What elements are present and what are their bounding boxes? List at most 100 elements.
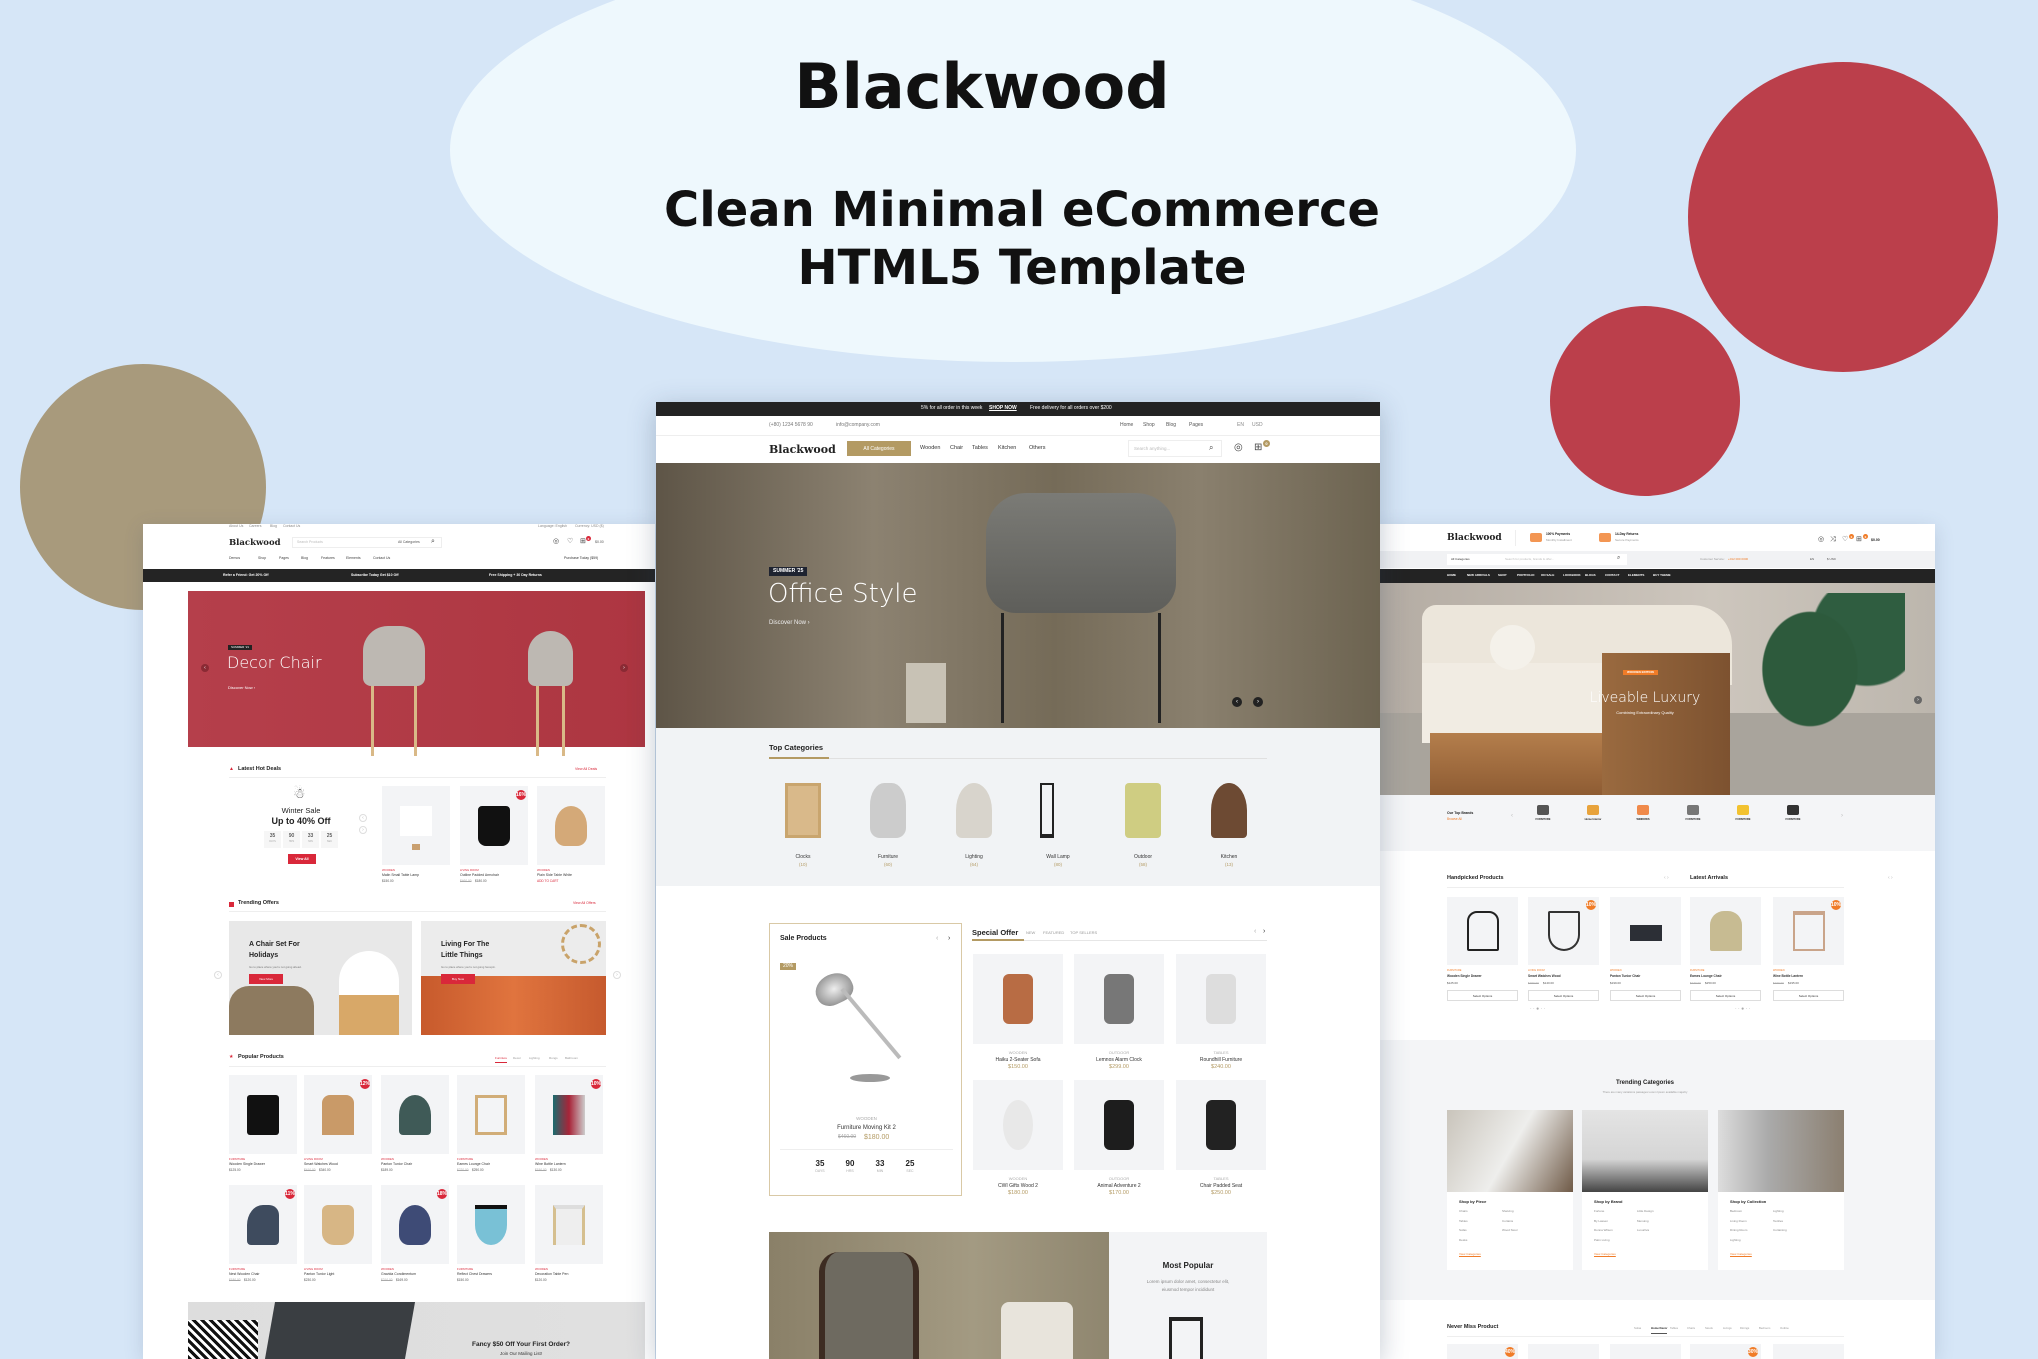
- latest-arrows[interactable]: ‹ ›: [1888, 876, 1893, 881]
- category-link[interactable]: Wood Stool: [1502, 1229, 1517, 1232]
- all-categories-button[interactable]: All Categories: [847, 441, 911, 456]
- offers-next-arrow[interactable]: ›: [613, 971, 621, 979]
- promo-shop-now-link[interactable]: SHOP NOW: [989, 406, 1017, 411]
- category-link[interactable]: Donna Wilson: [1594, 1229, 1613, 1232]
- logo[interactable]: Blackwood: [1447, 534, 1502, 543]
- brand-logo-icon[interactable]: [1637, 805, 1649, 815]
- view-all-offers-link[interactable]: View All Offers: [573, 901, 596, 906]
- popular-tab-rungs[interactable]: Rungs: [549, 1057, 558, 1060]
- product-name[interactable]: Outline Padded Armchair: [460, 873, 499, 878]
- top-link[interactable]: Contact Us: [283, 524, 300, 529]
- category-link[interactable]: Sofas: [1459, 1229, 1467, 1232]
- category-link[interactable]: Chairs: [1459, 1210, 1468, 1213]
- search-icon[interactable]: ⌕: [1617, 555, 1620, 561]
- product-card[interactable]: 10%: [1773, 897, 1844, 965]
- offer-banner-0[interactable]: A Chair Set For Holidays Go to place where…: [229, 921, 412, 1035]
- brand-logo-icon[interactable]: [1587, 805, 1599, 815]
- category-card-image[interactable]: [1718, 1110, 1844, 1192]
- popular-tab-furniture[interactable]: Furniture: [495, 1057, 508, 1063]
- category-card-image[interactable]: [1582, 1110, 1708, 1192]
- top-link[interactable]: About Us: [229, 524, 243, 529]
- product-name[interactable]: Smart Watches Wood: [1528, 974, 1561, 978]
- top-link[interactable]: Blog: [270, 524, 277, 529]
- hero-discover-link[interactable]: Discover Now ›: [228, 686, 255, 690]
- deals-next-arrow[interactable]: ›: [359, 826, 367, 834]
- special-prev-arrow[interactable]: ‹: [1254, 928, 1256, 935]
- menu-home[interactable]: HOME: [1447, 574, 1456, 577]
- product-card[interactable]: 16%: [460, 786, 528, 865]
- product-name[interactable]: Panton Tunior Light: [304, 1272, 334, 1277]
- product-name[interactable]: Malin Small Table Lamp: [382, 873, 419, 878]
- special-product-card[interactable]: [1176, 954, 1266, 1044]
- category-name[interactable]: Kitchen: [1204, 855, 1254, 860]
- brands-next-arrow[interactable]: ›: [1841, 813, 1843, 819]
- language-select[interactable]: Language: English: [538, 524, 567, 529]
- language-select[interactable]: EN: [1237, 423, 1244, 428]
- product-name[interactable]: Reflect Chest Drawers: [457, 1272, 492, 1277]
- top-nav-pages[interactable]: Pages: [1189, 423, 1203, 428]
- brand-logo-icon[interactable]: [1737, 805, 1749, 815]
- wishlist-icon[interactable]: ♡: [1842, 536, 1848, 543]
- never-miss-tab[interactable]: Dinings: [1740, 1327, 1749, 1330]
- category-image-4[interactable]: [1125, 783, 1161, 838]
- select-options-button[interactable]: Select Options: [1447, 990, 1518, 1001]
- handpicked-arrows[interactable]: ‹ ›: [1664, 876, 1669, 881]
- product-card[interactable]: 11%: [229, 1185, 297, 1264]
- search-input[interactable]: Search anything... ⌕: [1128, 440, 1222, 457]
- account-icon[interactable]: ◎: [1818, 536, 1824, 543]
- nav-wooden[interactable]: Wooden: [920, 445, 940, 452]
- product-name[interactable]: Wooden Single Drawer: [229, 1162, 265, 1167]
- product-card[interactable]: 30%: [1690, 1344, 1761, 1359]
- menu-shop[interactable]: Shop: [258, 556, 266, 561]
- product-name[interactable]: CWI Gifts Wood 2: [973, 1184, 1063, 1189]
- nav-chair[interactable]: Chair: [950, 445, 963, 452]
- product-card[interactable]: [381, 1075, 449, 1154]
- category-link[interactable]: Menuing: [1637, 1219, 1649, 1223]
- product-card[interactable]: [1447, 897, 1518, 965]
- menu-elements[interactable]: Elements: [346, 556, 361, 561]
- language-select[interactable]: EN: [1810, 558, 1814, 561]
- special-product-card[interactable]: [973, 1080, 1063, 1170]
- product-name[interactable]: Haiku 2-Seater Sofa: [973, 1058, 1063, 1063]
- hero-prev-arrow[interactable]: ‹: [1232, 697, 1242, 707]
- special-product-card[interactable]: [1074, 954, 1164, 1044]
- product-name[interactable]: Wine Bottle Lantern: [535, 1162, 566, 1167]
- never-miss-tab[interactable]: Bedroom: [1759, 1327, 1770, 1330]
- brands-prev-arrow[interactable]: ‹: [1511, 813, 1513, 819]
- category-link[interactable]: Shelving: [1502, 1210, 1514, 1213]
- category-name[interactable]: Clocks: [778, 855, 828, 860]
- category-link[interactable]: Lighting: [1730, 1238, 1741, 1242]
- category-card-image[interactable]: [1447, 1110, 1573, 1192]
- currency-select[interactable]: USD: [1252, 423, 1263, 428]
- special-product-card[interactable]: [1074, 1080, 1164, 1170]
- hero-discover-link[interactable]: Discover Now ›: [769, 620, 810, 626]
- view-all-button[interactable]: View All: [288, 854, 316, 864]
- category-name[interactable]: Outdoor: [1118, 855, 1168, 860]
- top-nav-home[interactable]: Home: [1120, 423, 1133, 428]
- special-product-card[interactable]: [1176, 1080, 1266, 1170]
- hero-prev-arrow[interactable]: ‹: [201, 664, 209, 672]
- never-miss-tab[interactable]: Outline: [1780, 1327, 1789, 1330]
- nav-kitchen[interactable]: Kitchen: [998, 445, 1016, 452]
- sale-product-name[interactable]: Furniture Moving Kit 2: [770, 1125, 963, 1131]
- menu-blogs[interactable]: BLOGS: [1585, 574, 1596, 577]
- menu-new-arrivals[interactable]: NEW ARRIVALS: [1467, 574, 1490, 577]
- category-link[interactable]: Lighting: [1773, 1210, 1784, 1213]
- product-card[interactable]: 18%: [381, 1185, 449, 1264]
- product-card[interactable]: [537, 786, 605, 865]
- menu-shop[interactable]: SHOP: [1498, 574, 1507, 577]
- category-name[interactable]: Lighting: [949, 855, 999, 860]
- special-product-card[interactable]: [973, 954, 1063, 1044]
- product-name[interactable]: Smart Watches Wood: [304, 1162, 338, 1167]
- category-link[interactable]: Curtains: [1502, 1219, 1513, 1223]
- currency-select[interactable]: $ USD: [1827, 558, 1836, 561]
- menu-pages[interactable]: Pages: [279, 556, 289, 561]
- nav-others[interactable]: Others: [1029, 445, 1046, 452]
- category-image-3[interactable]: [1040, 783, 1054, 838]
- menu-portfolio[interactable]: PORTFOLIO: [1517, 574, 1535, 577]
- product-card[interactable]: 10%: [1528, 897, 1599, 965]
- menu-demos[interactable]: Demos: [229, 556, 240, 561]
- view-categories-link[interactable]: View Categories: [1594, 1253, 1616, 1256]
- hero-next-arrow[interactable]: ›: [1253, 697, 1263, 707]
- wishlist-icon[interactable]: ♡: [567, 538, 573, 545]
